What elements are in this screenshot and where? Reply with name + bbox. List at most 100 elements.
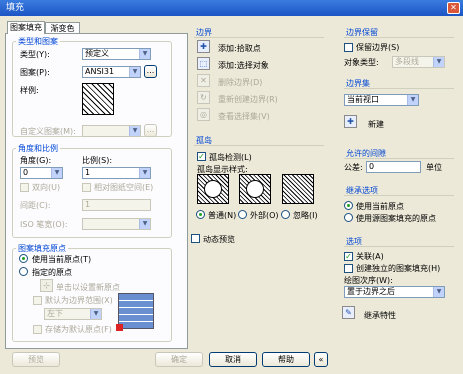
associative-checkbox[interactable]: ✓ (344, 252, 353, 261)
chevron-down-icon: ▼ (139, 168, 150, 178)
specified-origin-radio[interactable] (19, 267, 28, 276)
draw-order-select[interactable]: 置于边界之后 ▼ (344, 286, 445, 298)
origin-marker-icon (116, 324, 123, 331)
cancel-button[interactable]: 取消 (209, 352, 257, 367)
island-outer-preview[interactable] (239, 174, 271, 204)
inherit-properties-icon[interactable]: ✎ (342, 306, 355, 319)
angle-scale-legend: 角度和比例 (16, 143, 60, 154)
custom-pattern-label: 自定义图案(M): (20, 127, 76, 136)
dynamic-preview-label: 动态预览 (203, 235, 235, 244)
use-current-origin-radio[interactable] (19, 254, 28, 263)
pattern-label: 图案(P): (20, 68, 50, 77)
add-pick-label[interactable]: 添加:拾取点 (218, 43, 261, 54)
double-label: 双向(U) (32, 183, 61, 192)
default-boundary-checkbox[interactable] (33, 296, 42, 305)
iso-pen-select[interactable]: ▼ (82, 218, 151, 230)
pattern-select[interactable]: ANSI31 ▼ (82, 66, 141, 78)
chevron-down-icon: ▼ (129, 126, 140, 136)
pattern-swatch[interactable] (82, 83, 114, 115)
island-detect-label: 孤岛检测(L) (209, 153, 252, 162)
preview-button[interactable]: 预览 (12, 352, 60, 367)
relative-paperspace-checkbox[interactable] (82, 183, 91, 192)
island-normal-preview[interactable] (197, 174, 229, 204)
island-detect-checkbox[interactable]: ✓ (197, 152, 206, 161)
island-ignore-preview[interactable] (282, 174, 314, 204)
island-outer-radio[interactable] (238, 210, 247, 219)
boundary-set-select[interactable]: 当前视口 ▼ (344, 94, 419, 106)
object-type-label: 对象类型: (344, 58, 379, 67)
recreate-boundary-icon[interactable]: ↻ (197, 91, 210, 104)
chevron-down-icon: ▼ (139, 219, 150, 229)
tolerance-input[interactable]: 0 (366, 161, 421, 173)
origin-preview-icon (116, 293, 154, 331)
custom-browse-button[interactable]: ... (144, 124, 157, 137)
retain-boundary-checkbox[interactable] (344, 43, 353, 52)
tolerance-unit: 单位 (426, 163, 442, 172)
chevron-down-icon: ▼ (433, 287, 444, 297)
island-normal-label: 普通(N) (208, 211, 237, 220)
angle-select[interactable]: 0 ▼ (20, 167, 63, 179)
click-set-origin-label: 单击以设置新原点 (56, 283, 120, 292)
new-boundary-set-label[interactable]: 新建 (368, 119, 384, 130)
ok-button[interactable]: 确定 (155, 352, 203, 367)
chevron-down-icon: ▼ (407, 95, 418, 105)
gap-divider (344, 158, 454, 159)
tolerance-label: 公差: (344, 163, 363, 172)
pattern-browse-button[interactable]: ... (144, 65, 157, 78)
boundary-set-divider (344, 88, 454, 89)
store-default-label: 存储为默认原点(F) (45, 325, 112, 334)
inherit-use-current-label: 使用当前原点 (356, 202, 404, 211)
boundary-position-select[interactable]: 左下 ▼ (44, 308, 102, 320)
chevron-down-icon: ▼ (139, 49, 150, 59)
island-outer-label: 外部(O) (250, 211, 279, 220)
chevron-down-icon: ▼ (51, 168, 62, 178)
tab-hatch[interactable]: 图案填充 (7, 21, 45, 34)
set-origin-icon[interactable]: ⊹ (40, 279, 53, 292)
inherit-use-current-radio[interactable] (344, 201, 353, 210)
scale-label: 比例(S): (82, 156, 113, 165)
inherit-use-source-radio[interactable] (344, 213, 353, 222)
relative-paperspace-label: 相对图纸空间(E) (94, 183, 154, 192)
pick-points-icon[interactable]: ✚ (197, 40, 210, 53)
angle-label: 角度(G): (20, 156, 52, 165)
remove-boundary-label[interactable]: 删除边界(D) (218, 77, 262, 88)
options-divider (344, 246, 454, 247)
inherit-use-source-label: 使用源图案填充的原点 (356, 214, 436, 223)
dynamic-preview-checkbox[interactable] (191, 234, 200, 243)
view-selection-label[interactable]: 查看选择集(V) (218, 111, 270, 122)
remove-boundary-icon[interactable]: ✕ (197, 74, 210, 87)
close-icon[interactable]: ✕ (447, 2, 460, 14)
spacing-input[interactable]: 1 (82, 199, 151, 211)
inherit-options-divider (344, 195, 454, 196)
store-default-checkbox[interactable] (33, 325, 42, 334)
inherit-properties-label[interactable]: 继承特性 (364, 310, 396, 321)
object-type-select[interactable]: 多段线 ▼ (392, 56, 445, 68)
retain-divider (344, 37, 454, 38)
scale-select[interactable]: 1 ▼ (82, 167, 151, 179)
add-select-label[interactable]: 添加:选择对象 (218, 60, 269, 71)
custom-pattern-select[interactable]: ▼ (82, 125, 141, 137)
islands-divider (194, 145, 324, 146)
origin-legend: 图案填充原点 (16, 243, 68, 254)
type-select[interactable]: 预定义 ▼ (82, 48, 151, 60)
type-label: 类型(Y): (20, 50, 50, 59)
select-objects-icon[interactable]: ⬚ (197, 57, 210, 70)
help-button[interactable]: 帮助 (262, 352, 310, 367)
view-selection-icon[interactable]: ◎ (197, 108, 210, 121)
title-bar: 填充 (0, 0, 463, 16)
double-checkbox[interactable] (20, 183, 29, 192)
spacing-label: 间距(C): (20, 201, 51, 210)
iso-pen-label: ISO 笔宽(O): (20, 220, 68, 229)
island-ignore-radio[interactable] (281, 210, 290, 219)
island-normal-radio[interactable] (196, 210, 205, 219)
island-ignore-label: 忽略(I) (293, 211, 318, 220)
recreate-boundary-label[interactable]: 重新创建边界(R) (218, 94, 278, 105)
separate-hatches-label: 创建独立的图案填充(H) (356, 264, 441, 273)
new-boundary-set-icon[interactable]: ✚ (344, 115, 357, 128)
default-boundary-label: 默认为边界范围(X) (45, 296, 113, 305)
chevron-down-icon: ▼ (90, 309, 101, 319)
collapse-button[interactable]: « (314, 352, 328, 367)
window-title: 填充 (6, 3, 25, 13)
separate-hatches-checkbox[interactable] (344, 264, 353, 273)
retain-boundary-label: 保留边界(S) (356, 43, 400, 52)
